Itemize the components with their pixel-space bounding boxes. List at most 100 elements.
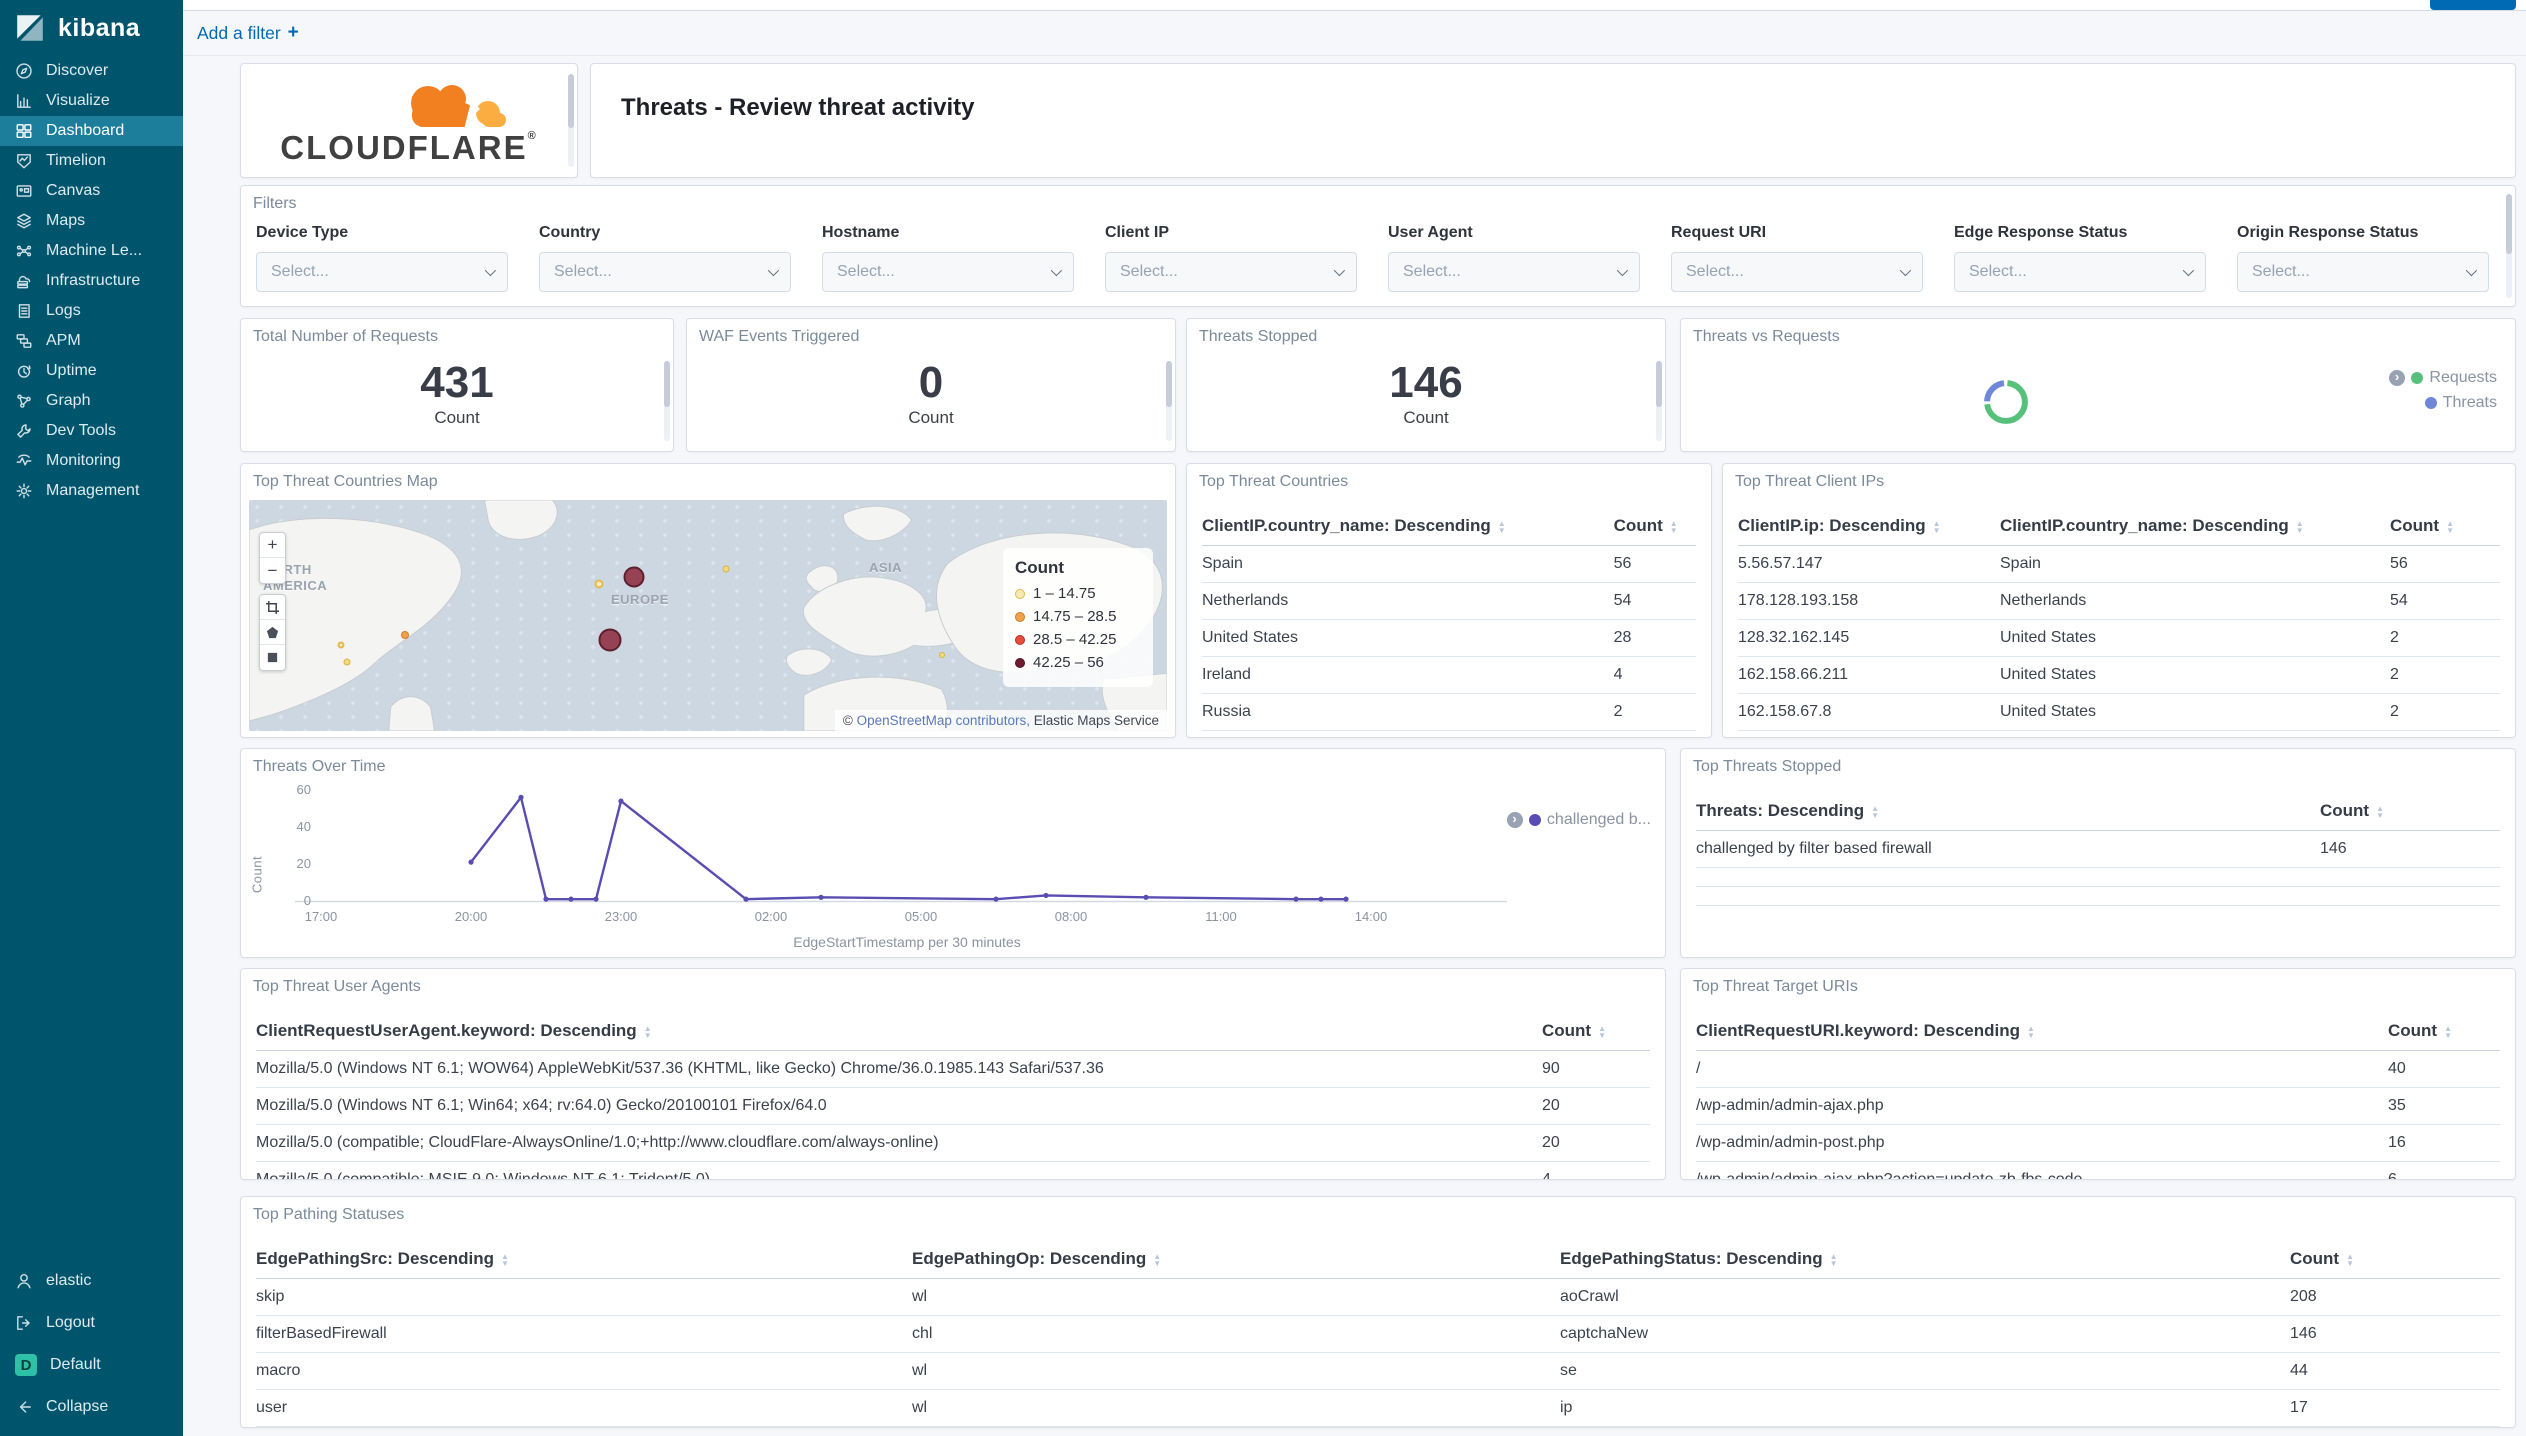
kibana-logo-icon <box>17 15 43 41</box>
panel-top-threats-stopped: Top Threats Stopped Threats: Descending ▲… <box>1680 748 2516 958</box>
query-update-button[interactable] <box>2430 0 2516 10</box>
panel-title: Top Threat Target URIs <box>1693 978 1858 995</box>
sidebar-item-elastic[interactable]: elastic <box>0 1260 183 1302</box>
sidebar-item-canvas[interactable]: Canvas <box>0 176 183 206</box>
sidebar-item-logout[interactable]: Logout <box>0 1302 183 1344</box>
sidebar-item-apm[interactable]: APM <box>0 326 183 356</box>
column-header-clientip-country-name-descending[interactable]: ClientIP.country_name: Descending ▲ ▼ <box>1202 506 1614 546</box>
legend-item-threats[interactable]: Threats <box>2424 394 2497 412</box>
sort-icon[interactable]: ▲ ▼ <box>1598 1024 1606 1039</box>
map-controls: + − <box>259 532 286 671</box>
sidebar-item-label: elastic <box>46 1272 92 1289</box>
sort-icon[interactable]: ▲ ▼ <box>2296 519 2304 534</box>
sort-icon[interactable]: ▲ ▼ <box>1830 1252 1838 1267</box>
sort-icon[interactable]: ▲ ▼ <box>2446 519 2454 534</box>
filter-select-user-agent[interactable]: Select... <box>1388 252 1640 292</box>
column-header-threats-descending[interactable]: Threats: Descending ▲ ▼ <box>1696 791 2320 831</box>
sort-icon[interactable]: ▲ ▼ <box>501 1252 509 1267</box>
sidebar-item-management[interactable]: Management <box>0 476 183 506</box>
sidebar-item-dev-tools[interactable]: Dev Tools <box>0 416 183 446</box>
table-cell: United States <box>2000 619 2390 657</box>
column-header-count[interactable]: Count ▲ ▼ <box>2290 1239 2500 1279</box>
table-row: challenged by filter based firewall 146 <box>1696 830 2500 868</box>
sidebar-item-discover[interactable]: Discover <box>0 56 183 86</box>
filter-group-user-agent: User Agent Select... <box>1388 224 1656 292</box>
sidebar-item-visualize[interactable]: Visualize <box>0 86 183 116</box>
sidebar-item-infrastructure[interactable]: Infrastructure <box>0 266 183 296</box>
filter-select-device-type[interactable]: Select... <box>256 252 508 292</box>
column-header-clientrequestuseragent-keyword-descending[interactable]: ClientRequestUserAgent.keyword: Descendi… <box>256 1011 1542 1051</box>
sidebar-item-graph[interactable]: Graph <box>0 386 183 416</box>
rectangle-tool-button[interactable] <box>260 645 285 670</box>
filter-select-hostname[interactable]: Select... <box>822 252 1074 292</box>
sort-icon[interactable]: ▲ ▼ <box>2444 1024 2452 1039</box>
filter-select-country[interactable]: Select... <box>539 252 791 292</box>
column-header-edgepathingsrc-descending[interactable]: EdgePathingSrc: Descending ▲ ▼ <box>256 1239 912 1279</box>
chevron-down-icon <box>767 264 780 277</box>
table-cell: /wp-admin/admin-ajax.php?action=update-z… <box>1696 1161 2388 1179</box>
sidebar-item-timelion[interactable]: Timelion <box>0 146 183 176</box>
map-legend-item: 42.25 – 56 <box>1015 654 1141 671</box>
donut-legend: Requests Threats <box>2389 369 2497 412</box>
sort-icon[interactable]: ▲ ▼ <box>2027 1024 2035 1039</box>
panel-scrollbar[interactable] <box>568 74 574 167</box>
query-bar[interactable] <box>183 0 2526 11</box>
kibana-logo[interactable]: kibana <box>0 0 183 56</box>
filter-select-request-uri[interactable]: Select... <box>1671 252 1923 292</box>
page-title: Threats - Review threat activity <box>621 94 975 121</box>
crop-tool-button[interactable] <box>260 595 285 620</box>
legend-item-challenged-by-filter-based-firewall[interactable]: challenged b... <box>1506 811 1651 829</box>
logout-icon <box>15 1314 33 1332</box>
sidebar-item-logs[interactable]: Logs <box>0 296 183 326</box>
sort-icon[interactable]: ▲ ▼ <box>644 1024 652 1039</box>
sidebar-item-uptime[interactable]: Uptime <box>0 356 183 386</box>
sidebar-item-dashboard[interactable]: Dashboard <box>0 116 183 146</box>
column-header-edgepathingstatus-descending[interactable]: EdgePathingStatus: Descending ▲ ▼ <box>1560 1239 2290 1279</box>
panel-scrollbar[interactable] <box>664 361 670 441</box>
sort-icon[interactable]: ▲ ▼ <box>2376 804 2384 819</box>
filter-select-edge-response-status[interactable]: Select... <box>1954 252 2206 292</box>
sort-icon[interactable]: ▲ ▼ <box>1871 804 1879 819</box>
filter-group-origin-response-status: Origin Response Status Select... <box>2237 224 2505 292</box>
column-header-label: Count <box>2390 516 2440 535</box>
filter-select-client-ip[interactable]: Select... <box>1105 252 1357 292</box>
add-filter-link[interactable]: Add a filter + <box>197 22 299 44</box>
column-header-clientrequesturi-keyword-descending[interactable]: ClientRequestURI.keyword: Descending ▲ ▼ <box>1696 1011 2388 1051</box>
map-viewport[interactable]: NORTH AMERICA EUROPE ASIA + − Count 1 – … <box>249 500 1167 731</box>
attribution-link[interactable]: OpenStreetMap contributors, <box>857 713 1030 728</box>
sort-icon[interactable]: ▲ ▼ <box>1498 519 1506 534</box>
zoom-in-button[interactable]: + <box>260 533 285 558</box>
column-header-count[interactable]: Count ▲ ▼ <box>1613 506 1696 546</box>
column-header-count[interactable]: Count ▲ ▼ <box>2388 1011 2500 1051</box>
legend-item-requests[interactable]: Requests <box>2389 369 2497 387</box>
sidebar-item-machine-le[interactable]: Machine Le... <box>0 236 183 266</box>
column-header-count[interactable]: Count ▲ ▼ <box>2320 791 2500 831</box>
sort-icon[interactable]: ▲ ▼ <box>1670 519 1678 534</box>
legend-chevron-icon[interactable] <box>2389 369 2406 386</box>
panel-scrollbar[interactable] <box>1166 361 1172 441</box>
sort-icon[interactable]: ▲ ▼ <box>1933 519 1941 534</box>
map-legend-item: 28.5 – 42.25 <box>1015 631 1141 648</box>
column-header-count[interactable]: Count ▲ ▼ <box>2390 506 2500 546</box>
table-row: 162.158.66.211 United States 2 <box>1738 656 2500 694</box>
panel-scrollbar[interactable] <box>2506 194 2512 298</box>
map-region-label: EUROPE <box>611 592 669 607</box>
legend-chevron-icon[interactable] <box>1506 811 1523 828</box>
polygon-tool-button[interactable] <box>260 620 285 645</box>
sidebar-item-maps[interactable]: Maps <box>0 206 183 236</box>
zoom-out-button[interactable]: − <box>260 558 285 583</box>
user-icon <box>15 1272 33 1290</box>
column-header-clientip-ip-descending[interactable]: ClientIP.ip: Descending ▲ ▼ <box>1738 506 2000 546</box>
svg-text:EdgeStartTimestamp per 30 minu: EdgeStartTimestamp per 30 minutes <box>793 934 1020 950</box>
column-header-count[interactable]: Count ▲ ▼ <box>1542 1011 1650 1051</box>
sidebar-item-collapse[interactable]: Collapse <box>0 1386 183 1428</box>
sort-icon[interactable]: ▲ ▼ <box>2346 1252 2354 1267</box>
sort-icon[interactable]: ▲ ▼ <box>1153 1252 1161 1267</box>
filter-select-origin-response-status[interactable]: Select... <box>2237 252 2489 292</box>
sidebar-item-monitoring[interactable]: Monitoring <box>0 446 183 476</box>
table-cell: Spain <box>2000 545 2390 583</box>
sidebar-item-default[interactable]: D Default <box>0 1344 183 1386</box>
panel-scrollbar[interactable] <box>1656 361 1662 441</box>
column-header-edgepathingop-descending[interactable]: EdgePathingOp: Descending ▲ ▼ <box>912 1239 1560 1279</box>
column-header-clientip-country-name-descending[interactable]: ClientIP.country_name: Descending ▲ ▼ <box>2000 506 2390 546</box>
